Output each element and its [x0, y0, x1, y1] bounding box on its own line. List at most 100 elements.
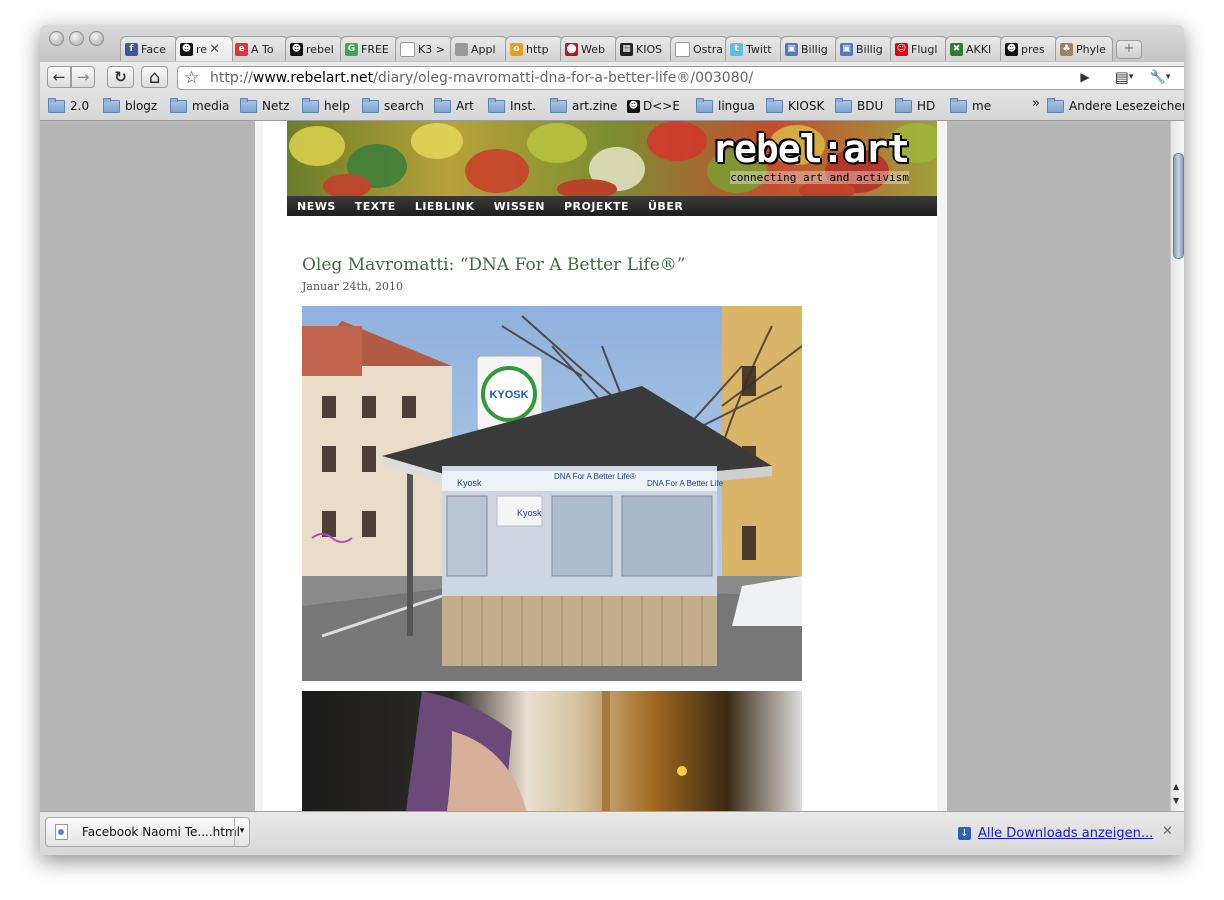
- bookmark-item[interactable]: art.zine: [550, 97, 618, 113]
- tab[interactable]: ▣ Billig: [780, 36, 838, 61]
- bookmark-star-icon[interactable]: ☆: [184, 68, 199, 88]
- folder-icon: [488, 97, 505, 113]
- tab[interactable]: ☻ rebel: [285, 36, 343, 61]
- close-tab-icon[interactable]: ✕: [209, 42, 220, 57]
- address-bar[interactable]: ☆ http://www.rebelart.net/diary/oleg-mav…: [177, 66, 1184, 90]
- site-nav-item[interactable]: ÜBER: [648, 200, 683, 213]
- home-button[interactable]: ⌂: [141, 66, 168, 88]
- folder-icon: [550, 97, 567, 113]
- close-shelf-button[interactable]: ✕: [1162, 824, 1173, 839]
- bookmark-label: 2.0: [70, 99, 90, 113]
- minimize-window-button[interactable]: [69, 31, 84, 46]
- post-title[interactable]: Oleg Mavromatti: “DNA For A Better Life®…: [302, 255, 685, 275]
- play-icon: ▶: [1080, 70, 1090, 84]
- bookmark-item[interactable]: Netz: [240, 97, 289, 113]
- bookmark-item[interactable]: 2.0: [48, 97, 90, 113]
- wrench-menu-button[interactable]: 🔧 ▾: [1144, 66, 1176, 88]
- forward-button[interactable]: →: [71, 66, 95, 88]
- tab[interactable]: f Face: [120, 36, 178, 61]
- download-filename: Facebook Naomi Te....html: [82, 825, 240, 839]
- tab[interactable]: ☻ re ✕: [175, 36, 233, 61]
- bookmark-label: KIOSK: [788, 99, 825, 113]
- page-body: rebel:art connecting art and activism NE…: [263, 121, 937, 811]
- bookmark-item[interactable]: Inst.: [488, 97, 536, 113]
- page-column: rebel:art connecting art and activism NE…: [255, 121, 947, 811]
- bookmark-item[interactable]: help: [302, 97, 350, 113]
- close-window-button[interactable]: [49, 31, 64, 46]
- tab-label: http: [526, 42, 549, 56]
- site-nav-item[interactable]: PROJEKTE: [564, 200, 629, 213]
- bookmark-item[interactable]: HD: [895, 97, 935, 113]
- chevron-down-icon: ▾: [239, 826, 245, 836]
- bookmarks-overflow-button[interactable]: »: [1032, 96, 1040, 111]
- scrollbar-thumb[interactable]: [1173, 153, 1184, 259]
- kiosk-photo[interactable]: KYOSK Kyosk DNA For A Better Life® DNA F…: [302, 306, 802, 681]
- reload-icon: ↻: [114, 68, 127, 86]
- tab[interactable]: ▦ KIOS: [615, 36, 673, 61]
- scroll-down-arrow[interactable]: ▼: [1173, 796, 1179, 805]
- download-item[interactable]: Facebook Naomi Te....html ▾: [45, 817, 250, 847]
- bookmark-item[interactable]: ☻ D<>E: [627, 99, 680, 113]
- reload-button[interactable]: ↻: [107, 66, 134, 88]
- go-button[interactable]: ▶: [1073, 66, 1097, 88]
- bookmark-item[interactable]: blogz: [103, 97, 158, 113]
- bookmark-item[interactable]: me: [950, 97, 991, 113]
- tab[interactable]: ♣ Phyle: [1055, 36, 1113, 61]
- bookmark-label: art.zine: [572, 99, 618, 113]
- tab[interactable]: G FREE: [340, 36, 398, 61]
- apple-icon: [455, 42, 468, 56]
- facebook-icon: f: [125, 42, 138, 56]
- tab[interactable]: ⬤ Web: [560, 36, 618, 61]
- zoom-window-button[interactable]: [89, 31, 104, 46]
- bookmark-item[interactable]: search: [362, 97, 424, 113]
- tab-label: pres: [1021, 42, 1045, 56]
- bookmark-item[interactable]: Art: [434, 97, 474, 113]
- page-icon: ▤: [1114, 68, 1129, 86]
- back-button[interactable]: ←: [47, 66, 71, 88]
- bookmark-item[interactable]: BDU: [835, 97, 884, 113]
- url-text: http://www.rebelart.net/diary/oleg-mavro…: [210, 70, 753, 86]
- folder-icon: [895, 97, 912, 113]
- site-logo[interactable]: rebel:art: [712, 127, 910, 171]
- url-scheme: http://: [210, 70, 253, 86]
- scroll-up-arrow[interactable]: ▲: [1173, 782, 1179, 791]
- forward-arrow-icon: →: [76, 68, 90, 86]
- back-arrow-icon: ←: [52, 68, 66, 86]
- tab[interactable]: t Twitt: [725, 36, 783, 61]
- site-banner[interactable]: rebel:art connecting art and activism: [287, 121, 937, 196]
- bookmark-label: BDU: [857, 99, 884, 113]
- site-nav-item[interactable]: TEXTE: [355, 200, 396, 213]
- vertical-scrollbar[interactable]: ▲ ▼: [1170, 121, 1184, 811]
- tab-label: Twitt: [746, 42, 772, 56]
- tab[interactable]: ▣ Billig: [835, 36, 893, 61]
- tab[interactable]: eA To: [230, 36, 288, 61]
- akki-icon: ✖: [950, 42, 963, 56]
- tab[interactable]: K3 >: [395, 36, 453, 61]
- tab-label: AKKI: [966, 42, 992, 56]
- show-all-downloads-link[interactable]: ↓ Alle Downloads anzeigen...: [958, 826, 1153, 841]
- home-icon: ⌂: [148, 66, 161, 88]
- tab[interactable]: o http: [505, 36, 563, 61]
- tab[interactable]: ✖ AKKI: [945, 36, 1003, 61]
- page-menu-button[interactable]: ▤ ▾: [1108, 66, 1140, 88]
- site-nav-item[interactable]: WISSEN: [494, 200, 545, 213]
- tui-icon: ☺: [895, 42, 908, 56]
- rebelart-icon: ☻: [290, 42, 303, 56]
- tab[interactable]: ☻ pres: [1000, 36, 1058, 61]
- new-tab-button[interactable]: +: [1116, 40, 1142, 59]
- tab[interactable]: Appl: [450, 36, 508, 61]
- tab[interactable]: Ostra: [670, 36, 728, 61]
- download-dropdown-button[interactable]: ▾: [234, 818, 249, 846]
- bookmark-label: blogz: [125, 99, 158, 113]
- bookmark-item[interactable]: media: [170, 97, 229, 113]
- rebelart-icon: ☻: [1005, 42, 1018, 56]
- second-photo[interactable]: [302, 691, 802, 811]
- bookmark-item[interactable]: KIOSK: [766, 97, 825, 113]
- other-bookmarks[interactable]: Andere Lesezeichen: [1047, 97, 1184, 113]
- tab[interactable]: ☺ Flugl: [890, 36, 948, 61]
- site-nav-item[interactable]: LIEBLINK: [415, 200, 475, 213]
- bookmark-label: Inst.: [510, 99, 536, 113]
- site-nav-item[interactable]: NEWS: [297, 200, 336, 213]
- bookmark-item[interactable]: lingua: [696, 97, 755, 113]
- google-icon: G: [345, 42, 358, 56]
